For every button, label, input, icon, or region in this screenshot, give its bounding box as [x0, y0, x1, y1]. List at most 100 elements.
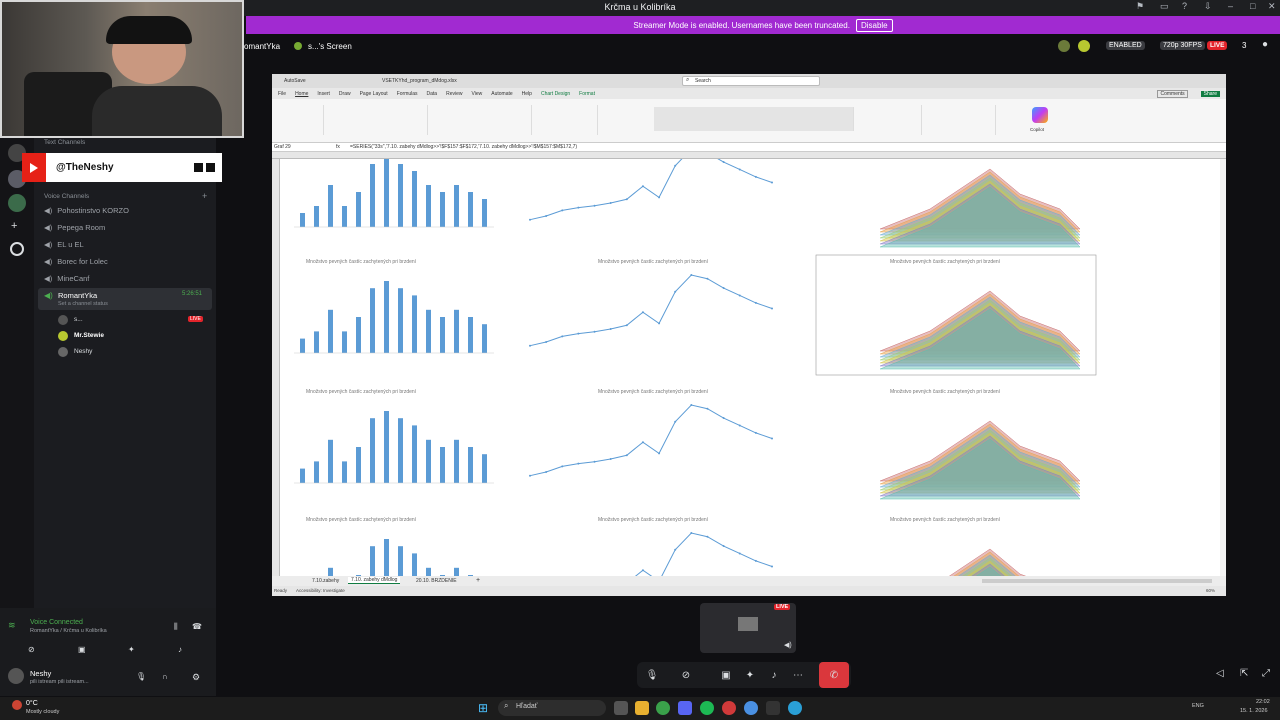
app-icon[interactable]: [766, 701, 780, 715]
server-icon[interactable]: [8, 194, 26, 212]
noise-icon[interactable]: ⫼: [174, 622, 178, 632]
font-group[interactable]: [342, 105, 428, 135]
chat-icon[interactable]: ●: [1262, 39, 1268, 50]
clock-time[interactable]: 22:02: [1256, 699, 1270, 705]
share-button[interactable]: Share: [1200, 90, 1220, 97]
activities-icon[interactable]: ✦: [128, 645, 135, 654]
opera-icon[interactable]: [722, 701, 736, 715]
channel-status[interactable]: Set a channel status: [58, 301, 108, 307]
tab-draw[interactable]: Draw: [339, 91, 351, 97]
settings-icon[interactable]: ⚙: [192, 672, 200, 683]
tab-automate[interactable]: Automate: [491, 91, 512, 97]
close-icon[interactable]: ✕: [1268, 1, 1276, 12]
tab-formulas[interactable]: Formulas: [397, 91, 418, 97]
copilot-icon[interactable]: [1032, 107, 1048, 123]
screen-share-icon[interactable]: ▣: [715, 662, 737, 688]
screen-share-icon[interactable]: ▣: [78, 645, 86, 654]
soundboard-icon[interactable]: ♪: [178, 645, 182, 654]
search-box[interactable]: Search: [682, 76, 820, 86]
sheet-tab-active[interactable]: 7.10. zabehy dMdlog: [348, 577, 401, 584]
screen-icon[interactable]: ▭: [1160, 1, 1169, 12]
disconnect-button[interactable]: ✆: [819, 662, 849, 688]
tab-data[interactable]: Data: [427, 91, 438, 97]
styles-gallery[interactable]: [654, 107, 854, 131]
headphones-icon[interactable]: ∩: [162, 672, 168, 681]
stream-preview[interactable]: LIVE ◀): [700, 603, 796, 653]
autosave-label[interactable]: AutoSave: [284, 78, 306, 84]
alignment-group[interactable]: [432, 105, 532, 135]
tab-help[interactable]: Help: [522, 91, 532, 97]
zoom-level[interactable]: 60%: [1206, 588, 1215, 593]
name-box[interactable]: Graf 29: [274, 144, 291, 150]
chart-canvas[interactable]: Množstvo pevných častíc zachytených pri …: [280, 159, 1220, 576]
number-group[interactable]: [540, 105, 598, 135]
fullscreen-icon[interactable]: ⤢: [1262, 668, 1270, 679]
camera-off-icon[interactable]: ⊘: [675, 662, 697, 688]
taskview-icon[interactable]: [614, 701, 628, 715]
voice-channel-item[interactable]: ◀) Pohostinstvo KORZO: [44, 203, 129, 218]
camera-icon[interactable]: ⊘: [28, 645, 35, 654]
editing-group[interactable]: [926, 105, 996, 135]
cells-group[interactable]: [868, 105, 922, 135]
formula-bar[interactable]: Graf 29 fx =SERIES("33s",'7.10. zabehy d…: [272, 143, 1226, 152]
microphone-icon[interactable]: 🎙: [136, 672, 146, 681]
more-icon[interactable]: ⋯: [787, 662, 809, 688]
voice-member[interactable]: s... LIVE: [58, 314, 208, 326]
accessibility-status[interactable]: Accessibility: Investigate: [296, 588, 345, 593]
language[interactable]: ENG: [1192, 703, 1204, 709]
tab-format[interactable]: Format: [579, 91, 595, 97]
tab-page-layout[interactable]: Page Layout: [360, 91, 388, 97]
comments-button[interactable]: Comments: [1157, 89, 1188, 98]
add-channel-icon[interactable]: +: [202, 191, 207, 201]
active-voice-channel[interactable]: ◀) RomantYka 5:26:51 Set a channel statu…: [38, 288, 212, 310]
clock-date[interactable]: 15. 1. 2026: [1240, 708, 1268, 714]
discord-icon[interactable]: [678, 701, 692, 715]
disable-button[interactable]: Disable: [855, 18, 893, 32]
download-icon[interactable]: ⇩: [1204, 1, 1212, 12]
clipboard-group[interactable]: [280, 105, 324, 135]
popout-icon[interactable]: ⇱: [1240, 668, 1248, 679]
horizontal-scrollbar[interactable]: [982, 579, 1212, 583]
explore-icon[interactable]: [10, 242, 24, 256]
sheet-area[interactable]: Množstvo pevných častíc zachytených pri …: [280, 159, 1220, 576]
formula-text[interactable]: =SERIES("33s",'7.10. zabehy dMdlog>>'!$F…: [350, 144, 577, 150]
inbox-icon[interactable]: ⚑: [1136, 1, 1144, 12]
browser-icon[interactable]: [744, 701, 758, 715]
weather-temp[interactable]: 0°C: [26, 700, 38, 707]
taskbar-search[interactable]: Hľadať: [498, 700, 606, 716]
soundboard-icon[interactable]: ♪: [763, 662, 785, 688]
app-icon[interactable]: [788, 701, 802, 715]
tab-home[interactable]: Home: [295, 91, 308, 97]
chrome-icon[interactable]: [656, 701, 670, 715]
voice-channel-item[interactable]: ◀) EL u EL: [44, 237, 84, 252]
voice-channels-header[interactable]: Voice Channels: [44, 193, 89, 200]
tab-review[interactable]: Review: [446, 91, 462, 97]
avatar[interactable]: [8, 668, 24, 684]
mute-icon[interactable]: ◁: [1216, 668, 1224, 679]
help-icon[interactable]: ?: [1182, 1, 1187, 11]
text-channels-header[interactable]: Text Channels: [44, 139, 85, 146]
disconnect-icon[interactable]: ☎: [192, 622, 202, 631]
sheet-tab[interactable]: 7.10.zabehy: [312, 578, 339, 584]
add-server-icon[interactable]: +: [11, 220, 17, 232]
minimize-icon[interactable]: –: [1228, 1, 1233, 11]
voice-channel-item[interactable]: ◀) Pepega Room: [44, 220, 105, 235]
voice-status[interactable]: Voice Connected: [30, 619, 83, 626]
tab-insert[interactable]: Insert: [317, 91, 330, 97]
explorer-icon[interactable]: [635, 701, 649, 715]
add-sheet-icon[interactable]: +: [476, 577, 480, 584]
shared-screen[interactable]: AutoSave VSETKYhd_program_dMdog.xlsx Sea…: [272, 74, 1226, 596]
activities-icon[interactable]: ✦: [739, 662, 761, 688]
tab-chart-design[interactable]: Chart Design: [541, 91, 570, 97]
voice-member[interactable]: Mr.Stewie: [58, 330, 208, 342]
maximize-icon[interactable]: □: [1250, 1, 1255, 11]
sheet-tab[interactable]: 20.10. BRZDENIE: [416, 578, 457, 584]
spotify-icon[interactable]: [700, 701, 714, 715]
tab-view[interactable]: View: [472, 91, 483, 97]
tab-file[interactable]: File: [278, 91, 286, 97]
microphone-icon[interactable]: 🎙: [641, 662, 663, 688]
voice-member[interactable]: Neshy: [58, 346, 208, 358]
voice-channel-item[interactable]: ◀) Borec for Lolec: [44, 254, 108, 269]
voice-channel-item[interactable]: ◀) MineCanf: [44, 271, 89, 286]
start-icon[interactable]: ⊞: [478, 701, 488, 715]
